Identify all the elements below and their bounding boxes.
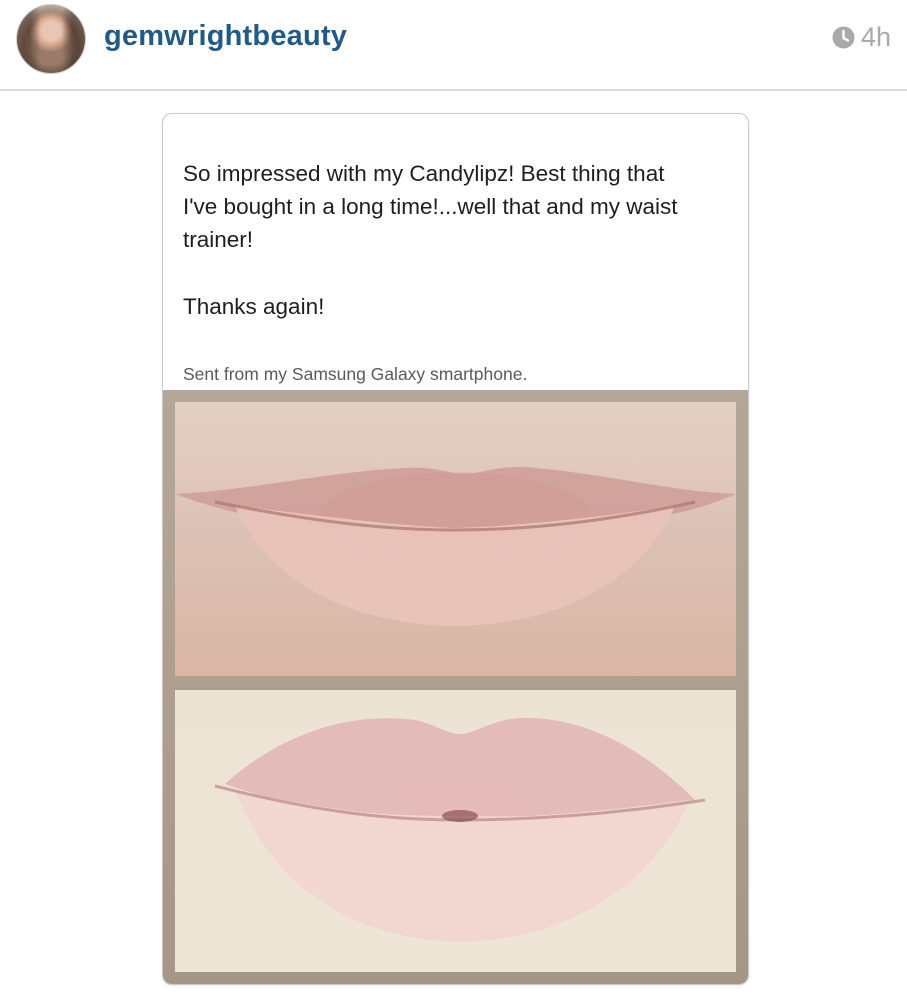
lips-before-photo <box>175 402 736 676</box>
message-signature: Sent from my Samsung Galaxy smartphone. <box>183 364 528 384</box>
timestamp-label: 4h <box>860 22 891 52</box>
message-thanks: Thanks again! <box>183 294 325 319</box>
post-image[interactable]: So impressed with my Candylipz! Best thi… <box>162 113 749 985</box>
header-divider <box>0 89 907 91</box>
lips-after-photo <box>175 690 736 972</box>
post-timestamp: 4h <box>832 20 891 54</box>
avatar-hair <box>17 5 85 73</box>
message-text: So impressed with my Candylipz! Best thi… <box>183 157 733 323</box>
message-line: So impressed with my Candylipz! Best thi… <box>183 161 665 186</box>
clock-icon <box>832 26 855 49</box>
message-line: trainer! <box>183 227 254 252</box>
avatar[interactable] <box>16 4 86 74</box>
message-line: I've bought in a long time!...well that … <box>183 194 678 219</box>
username-link[interactable]: gemwrightbeauty <box>104 18 347 54</box>
post-header: gemwrightbeauty 4h <box>0 0 907 90</box>
lips-photo-collage <box>163 390 748 984</box>
